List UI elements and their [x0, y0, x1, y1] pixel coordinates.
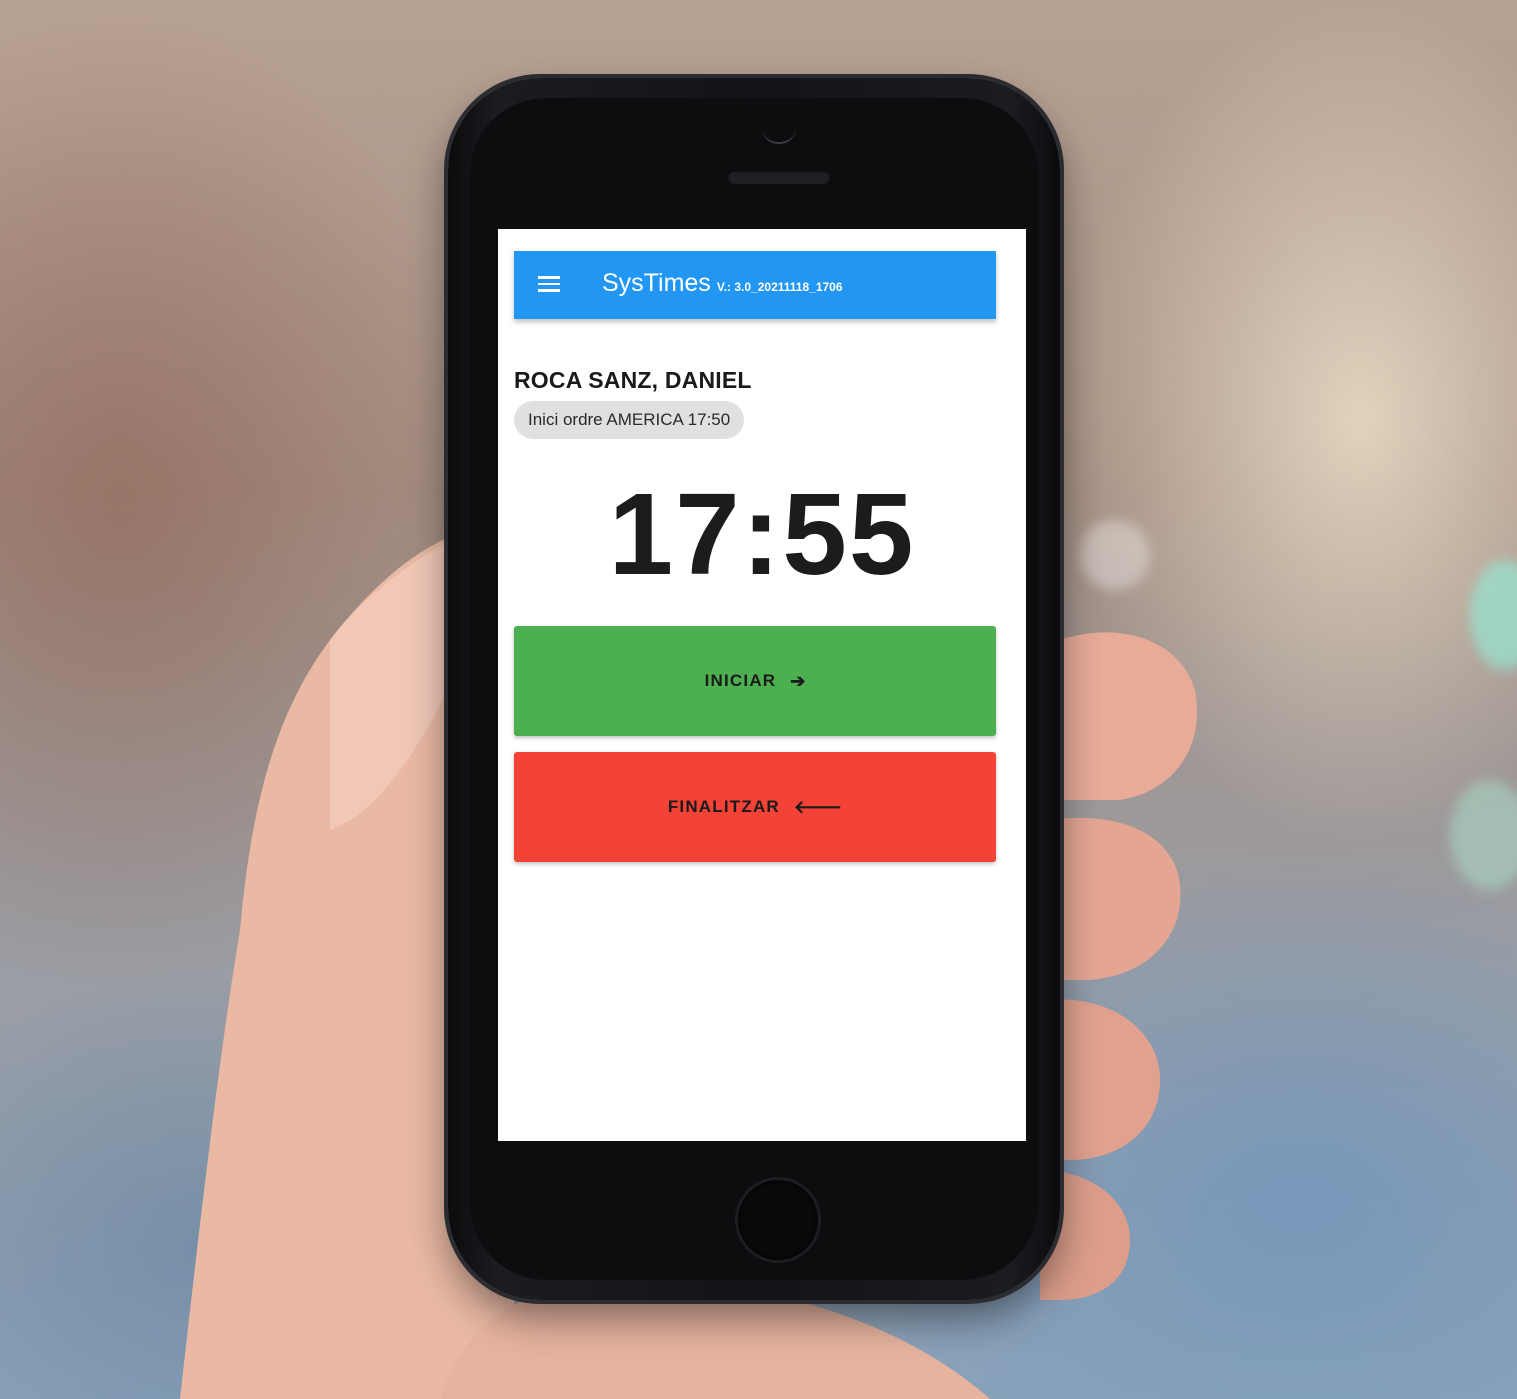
finish-button-label: FINALITZAR [667, 797, 780, 816]
app-title-text: SysTimes [602, 269, 711, 297]
app-bar: SysTimes V.: 3.0_20211118_1706 [514, 251, 996, 319]
arrow-right-icon: ➔ [790, 670, 806, 691]
start-button-label: INICIAR [704, 671, 777, 690]
current-time: 17:55 [608, 469, 916, 599]
app-title: SysTimes V.: 3.0_20211118_1706 [602, 269, 843, 298]
earpiece-speaker [728, 170, 830, 184]
home-button[interactable] [738, 1180, 818, 1260]
user-name: ROCA SANZ, DANIEL [514, 367, 752, 393]
order-status-chip: Inici ordre AMERICA 17:50 [514, 401, 745, 439]
start-button[interactable]: INICIAR ➔ [514, 626, 996, 736]
arrow-left-icon: 🡐 [793, 796, 843, 817]
phone-notch [762, 128, 796, 144]
finish-button[interactable]: FINALITZAR 🡐 [514, 752, 996, 862]
photo-scene: SysTimes V.: 3.0_20211118_1706 ROCA SANZ,… [0, 0, 1517, 1399]
hamburger-menu-icon[interactable] [538, 276, 560, 292]
app-screen: SysTimes V.: 3.0_20211118_1706 ROCA SANZ,… [498, 229, 1026, 1141]
app-version: V.: 3.0_20211118_1706 [716, 280, 843, 294]
